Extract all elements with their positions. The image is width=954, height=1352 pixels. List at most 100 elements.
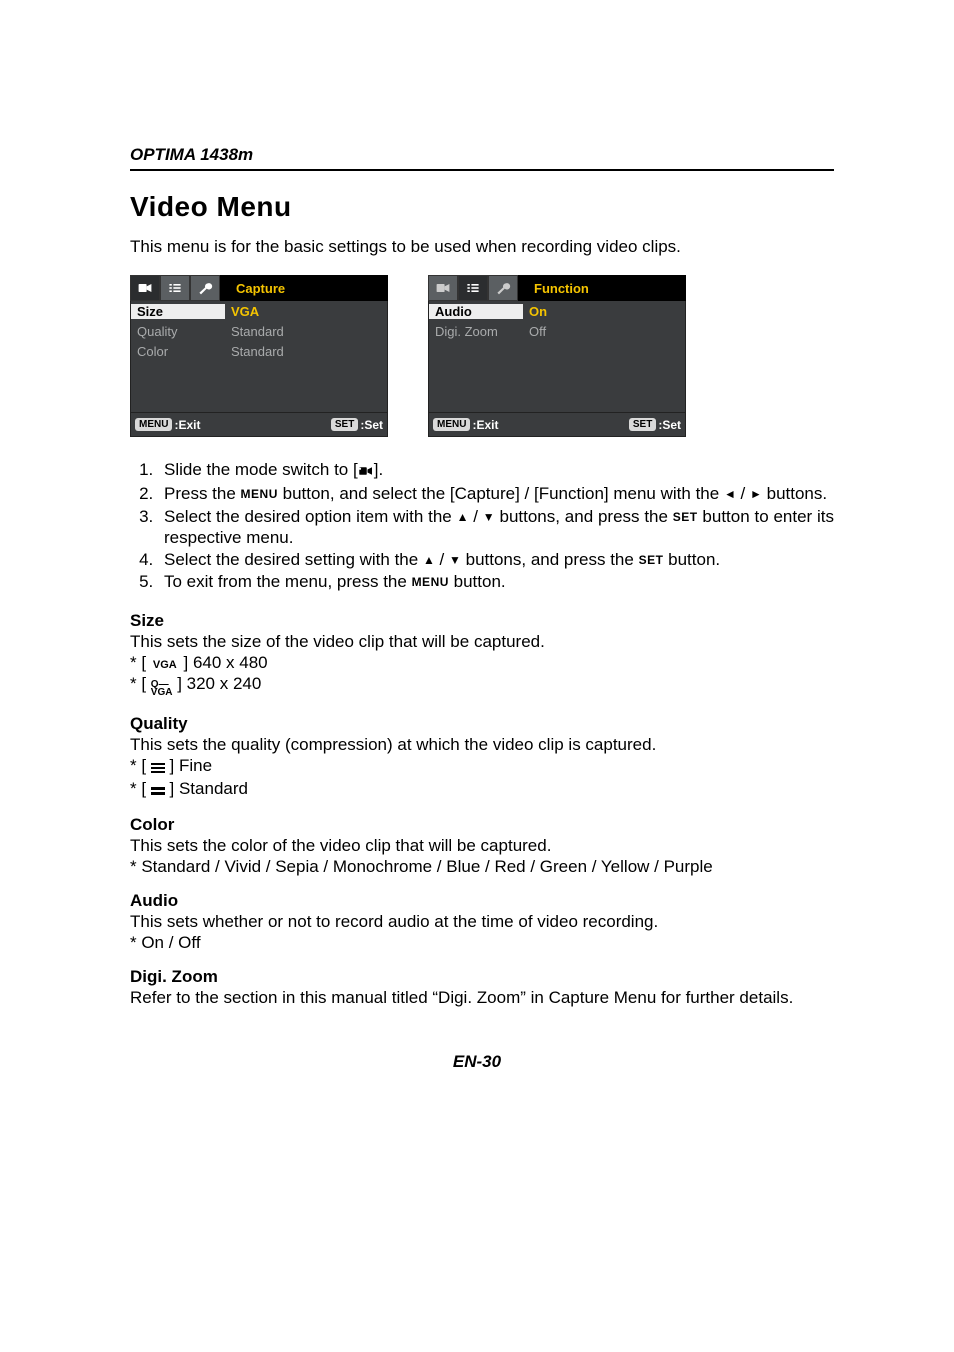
down-arrow-icon: ▼ bbox=[483, 511, 495, 523]
function-row-audio-val: On bbox=[523, 304, 685, 319]
capture-body: Size VGA Quality Standard Color Standard bbox=[130, 301, 388, 413]
step-3b: buttons, and press the bbox=[495, 507, 673, 526]
audio-desc: This sets whether or not to record audio… bbox=[130, 912, 834, 932]
mode-video-icon bbox=[358, 461, 374, 482]
tab-video-icon bbox=[428, 275, 458, 301]
step-4c: button. bbox=[663, 550, 720, 569]
color-desc: This sets the color of the video clip th… bbox=[130, 836, 834, 856]
tab-list-icon bbox=[458, 275, 488, 301]
step-1: Slide the mode switch to []. bbox=[158, 459, 834, 482]
ui-screenshots: Capture Size VGA Quality Standard Color … bbox=[130, 275, 834, 437]
function-row-audio-key: Audio bbox=[429, 304, 523, 319]
function-row-zoom-key: Digi. Zoom bbox=[429, 324, 523, 339]
capture-header-label: Capture bbox=[228, 275, 388, 301]
color-section: Color This sets the color of the video c… bbox=[130, 815, 834, 877]
left-arrow-icon: ◄ bbox=[724, 488, 736, 500]
function-row-zoom-val: Off bbox=[523, 324, 685, 339]
step-2: Press the MENU button, and select the [C… bbox=[158, 483, 834, 504]
function-body: Audio On Digi. Zoom Off bbox=[428, 301, 686, 413]
capture-row-color-key: Color bbox=[131, 344, 225, 359]
menu-label: MENU bbox=[241, 487, 278, 501]
qvga-icon: Q—VGA bbox=[151, 680, 173, 700]
capture-row-size-key: Size bbox=[131, 304, 225, 319]
step-5b: button. bbox=[449, 572, 506, 591]
capture-header: Capture bbox=[130, 275, 388, 301]
capture-screenshot: Capture Size VGA Quality Standard Color … bbox=[130, 275, 388, 437]
capture-row-size-val: VGA bbox=[225, 304, 387, 319]
menu-chip: MENU bbox=[135, 418, 172, 431]
size-opt-qvga: * [ Q—VGA ] 320 x 240 bbox=[130, 674, 834, 700]
set-label: :Set bbox=[658, 418, 681, 432]
capture-row-color-val: Standard bbox=[225, 344, 387, 359]
menu-chip: MENU bbox=[433, 418, 470, 431]
exit-label: :Exit bbox=[174, 418, 200, 432]
function-row-zoom: Digi. Zoom Off bbox=[429, 321, 685, 341]
step-2b: button, and select the [Capture] / [Func… bbox=[278, 484, 724, 503]
header-rule bbox=[130, 169, 834, 171]
down-arrow-icon: ▼ bbox=[449, 554, 461, 566]
right-arrow-icon: ► bbox=[750, 488, 762, 500]
capture-row-quality: Quality Standard bbox=[131, 321, 387, 341]
step-3a: Select the desired option item with the bbox=[164, 507, 457, 526]
set-chip: SET bbox=[629, 418, 656, 431]
step-1b: ]. bbox=[374, 460, 383, 479]
step-5: To exit from the menu, press the MENU bu… bbox=[158, 571, 834, 592]
set-label: :Set bbox=[360, 418, 383, 432]
step-2c: buttons. bbox=[762, 484, 827, 503]
page-number: EN-30 bbox=[0, 1052, 954, 1072]
capture-footer: MENU :Exit SET :Set bbox=[130, 413, 388, 437]
exit-label: :Exit bbox=[472, 418, 498, 432]
audio-heading: Audio bbox=[130, 891, 834, 911]
vga-icon: VGA bbox=[151, 659, 179, 671]
capture-row-quality-key: Quality bbox=[131, 324, 225, 339]
color-heading: Color bbox=[130, 815, 834, 835]
color-opts: * Standard / Vivid / Sepia / Monochrome … bbox=[130, 857, 834, 877]
model-header: OPTIMA 1438m bbox=[130, 145, 834, 165]
tab-video-icon bbox=[130, 275, 160, 301]
capture-row-size: Size VGA bbox=[131, 301, 387, 321]
up-arrow-icon: ▲ bbox=[423, 554, 435, 566]
page: OPTIMA 1438m Video Menu This menu is for… bbox=[0, 0, 954, 1102]
quality-opt-standard: * [ ] Standard bbox=[130, 779, 834, 801]
step-2a: Press the bbox=[164, 484, 241, 503]
set-chip: SET bbox=[331, 418, 358, 431]
function-header: Function bbox=[428, 275, 686, 301]
digizoom-section: Digi. Zoom Refer to the section in this … bbox=[130, 967, 834, 1008]
quality-desc: This sets the quality (compression) at w… bbox=[130, 735, 834, 755]
size-heading: Size bbox=[130, 611, 834, 631]
tab-wrench-icon bbox=[190, 275, 220, 301]
set-label-inline: SET bbox=[673, 510, 698, 524]
tab-list-icon bbox=[160, 275, 190, 301]
size-section: Size This sets the size of the video cli… bbox=[130, 611, 834, 700]
function-row-audio: Audio On bbox=[429, 301, 685, 321]
capture-row-color: Color Standard bbox=[131, 341, 387, 361]
function-screenshot: Function Audio On Digi. Zoom Off MENU :E… bbox=[428, 275, 686, 437]
size-desc: This sets the size of the video clip tha… bbox=[130, 632, 834, 652]
audio-section: Audio This sets whether or not to record… bbox=[130, 891, 834, 953]
instruction-steps: Slide the mode switch to []. Press the M… bbox=[130, 459, 834, 593]
up-arrow-icon: ▲ bbox=[457, 511, 469, 523]
size-opt-vga: * [ VGA ] 640 x 480 bbox=[130, 653, 834, 673]
quality-opt-fine: * [ ] Fine bbox=[130, 756, 834, 778]
quality-section: Quality This sets the quality (compressi… bbox=[130, 714, 834, 801]
step-3: Select the desired option item with the … bbox=[158, 506, 834, 549]
digizoom-heading: Digi. Zoom bbox=[130, 967, 834, 987]
step-1a: Slide the mode switch to [ bbox=[164, 460, 358, 479]
step-4b: buttons, and press the bbox=[461, 550, 639, 569]
step-4: Select the desired setting with the ▲ / … bbox=[158, 549, 834, 570]
set-label-inline: SET bbox=[639, 553, 664, 567]
standard-icon bbox=[151, 781, 165, 801]
step-5a: To exit from the menu, press the bbox=[164, 572, 412, 591]
menu-label: MENU bbox=[412, 575, 449, 589]
function-header-label: Function bbox=[526, 275, 686, 301]
capture-row-quality-val: Standard bbox=[225, 324, 387, 339]
function-footer: MENU :Exit SET :Set bbox=[428, 413, 686, 437]
tab-wrench-icon bbox=[488, 275, 518, 301]
audio-opts: * On / Off bbox=[130, 933, 834, 953]
page-title: Video Menu bbox=[130, 191, 834, 223]
intro-text: This menu is for the basic settings to b… bbox=[130, 237, 834, 257]
step-4a: Select the desired setting with the bbox=[164, 550, 423, 569]
fine-icon bbox=[151, 758, 165, 778]
digizoom-desc: Refer to the section in this manual titl… bbox=[130, 988, 834, 1008]
quality-heading: Quality bbox=[130, 714, 834, 734]
